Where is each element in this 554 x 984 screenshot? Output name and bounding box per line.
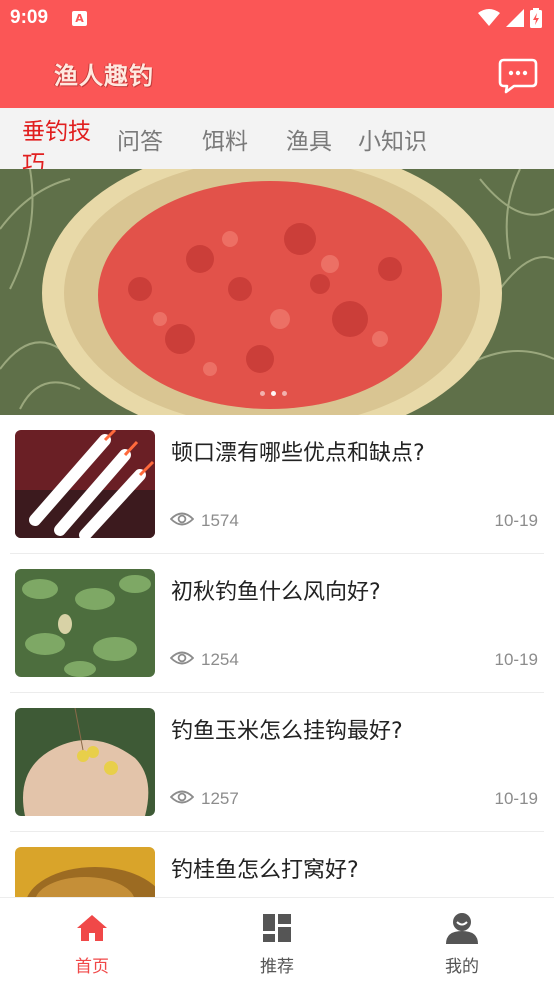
tab-tackle[interactable]: 渔具 bbox=[286, 122, 332, 156]
article-date: 10-19 bbox=[494, 650, 538, 669]
bottom-navigation: 首页 推荐 我的 bbox=[0, 897, 554, 984]
tab-fishing-tips[interactable]: 垂钓技巧 bbox=[22, 116, 100, 169]
notification-icon: A bbox=[72, 11, 87, 26]
nav-profile[interactable]: 我的 bbox=[370, 898, 554, 984]
carousel-dot[interactable] bbox=[282, 391, 287, 396]
nav-home-label: 首页 bbox=[75, 957, 109, 977]
view-count: 1257 bbox=[201, 789, 239, 808]
article-thumbnail bbox=[15, 569, 155, 677]
carousel-indicator bbox=[260, 391, 287, 396]
chat-bubble-icon bbox=[498, 58, 538, 94]
app-bar: 渔人趣钓 bbox=[0, 36, 554, 108]
article-title: 顿口漂有哪些优点和缺点? bbox=[171, 441, 425, 466]
article-thumbnail bbox=[15, 847, 155, 897]
article-title: 钓鱼玉米怎么挂钩最好? bbox=[171, 719, 403, 744]
wifi-icon bbox=[478, 9, 500, 26]
home-icon bbox=[77, 915, 107, 941]
nav-recommend-label: 推荐 bbox=[260, 957, 294, 977]
carousel-dot-active[interactable] bbox=[271, 391, 276, 396]
grid-icon bbox=[263, 914, 291, 942]
status-bar: 9:09 A bbox=[0, 0, 554, 36]
article-thumbnail bbox=[15, 708, 155, 816]
nav-recommend[interactable]: 推荐 bbox=[185, 898, 369, 984]
view-count: 1574 bbox=[201, 511, 239, 530]
message-button[interactable] bbox=[498, 58, 538, 94]
list-item[interactable]: 顿口漂有哪些优点和缺点? 1574 10-19 bbox=[10, 415, 544, 554]
signal-icon bbox=[506, 9, 524, 27]
category-tabs: 垂钓技巧 问答 饵料 渔具 小知识 bbox=[0, 108, 554, 169]
status-time: 9:09 bbox=[10, 7, 49, 28]
eye-icon bbox=[170, 790, 194, 804]
article-title: 钓桂鱼怎么打窝好? bbox=[171, 858, 359, 883]
status-icons bbox=[478, 7, 542, 29]
list-item[interactable]: 初秋钓鱼什么风向好? 1254 10-19 bbox=[10, 554, 544, 693]
nav-home[interactable]: 首页 bbox=[0, 898, 184, 984]
article-date: 10-19 bbox=[494, 511, 538, 530]
tab-tips[interactable]: 小知识 bbox=[358, 122, 427, 156]
view-count: 1254 bbox=[201, 650, 239, 669]
app-title: 渔人趣钓 bbox=[54, 62, 154, 90]
nav-profile-label: 我的 bbox=[445, 957, 479, 977]
article-thumbnail bbox=[15, 430, 155, 538]
banner-carousel[interactable] bbox=[0, 169, 554, 415]
list-item[interactable]: 钓桂鱼怎么打窝好? bbox=[10, 832, 544, 897]
tab-qa[interactable]: 问答 bbox=[117, 122, 163, 156]
banner-image bbox=[0, 169, 554, 415]
battery-icon bbox=[530, 8, 542, 28]
tab-bait[interactable]: 饵料 bbox=[202, 122, 248, 156]
article-list: 顿口漂有哪些优点和缺点? 1574 10-19 初秋钓鱼什么风向好? 1254 … bbox=[0, 415, 554, 897]
article-date: 10-19 bbox=[494, 789, 538, 808]
eye-icon bbox=[170, 651, 194, 665]
eye-icon bbox=[170, 512, 194, 526]
list-item[interactable]: 钓鱼玉米怎么挂钩最好? 1257 10-19 bbox=[10, 693, 544, 832]
carousel-dot[interactable] bbox=[260, 391, 265, 396]
person-icon bbox=[446, 913, 478, 944]
article-title: 初秋钓鱼什么风向好? bbox=[171, 580, 381, 605]
